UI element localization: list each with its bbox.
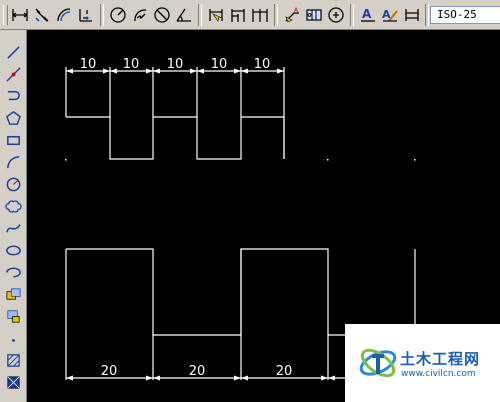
dim-text-bottom-3: 20: [276, 364, 293, 379]
polygon-icon[interactable]: [3, 108, 23, 128]
ellipse-arc-icon[interactable]: [3, 262, 23, 282]
line-icon[interactable]: [3, 42, 23, 62]
construction-line-icon[interactable]: [3, 64, 23, 84]
diameter-dimension-icon[interactable]: [152, 5, 172, 25]
rectangle-icon[interactable]: [3, 130, 23, 150]
top-waveform: [66, 116, 285, 160]
spline-icon[interactable]: [3, 218, 23, 238]
dimension-toolbar: A A A ISO-25: [0, 0, 500, 30]
point-icon[interactable]: [3, 328, 23, 348]
insert-block-icon[interactable]: [3, 284, 23, 304]
quick-dimension-icon[interactable]: [206, 5, 226, 25]
continue-dimension-icon[interactable]: [250, 5, 270, 25]
dim-text-top-2: 10: [123, 57, 140, 72]
hatch-icon[interactable]: [3, 350, 23, 370]
revision-cloud-icon[interactable]: [3, 196, 23, 216]
civilcn-logo-icon: [359, 348, 397, 378]
ellipse-icon[interactable]: [3, 240, 23, 260]
angular-dimension-icon[interactable]: [174, 5, 194, 25]
aligned-dimension-icon[interactable]: [32, 5, 52, 25]
dim-text-bottom-2: 20: [189, 364, 206, 379]
dimension-edit-icon[interactable]: A: [358, 5, 378, 25]
gradient-icon[interactable]: [3, 372, 23, 392]
dimension-update-icon[interactable]: [402, 5, 422, 25]
arc-length-icon[interactable]: [54, 5, 74, 25]
dimension-style-select[interactable]: ISO-25: [430, 6, 500, 24]
jogged-dimension-icon[interactable]: [130, 5, 150, 25]
dim-text-top-1: 10: [80, 57, 97, 72]
watermark-url: www.civilcn.com: [401, 369, 476, 379]
circle-icon[interactable]: [3, 174, 23, 194]
dim-text-top-3: 10: [167, 57, 184, 72]
make-block-icon[interactable]: [3, 306, 23, 326]
svg-text:A: A: [362, 7, 372, 21]
dim-text-top-5: 10: [254, 57, 271, 72]
linear-dimension-icon[interactable]: [10, 5, 30, 25]
radius-dimension-icon[interactable]: [108, 5, 128, 25]
dim-text-bottom-1: 20: [101, 364, 118, 379]
polyline-icon[interactable]: [3, 86, 23, 106]
dimension-text-edit-icon[interactable]: A: [380, 5, 400, 25]
bottom-waveform: [66, 248, 373, 336]
toolbar-grip[interactable]: [3, 5, 8, 25]
quick-leader-icon[interactable]: A: [282, 5, 302, 25]
watermark-logo: 土木工程网 www.civilcn.com: [345, 324, 500, 402]
dim-text-top-4: 10: [211, 57, 228, 72]
tolerance-icon[interactable]: [304, 5, 324, 25]
arc-icon[interactable]: [3, 152, 23, 172]
watermark-site-name: 土木工程网: [400, 350, 481, 368]
draw-toolbar: [0, 30, 27, 402]
ordinate-dimension-icon[interactable]: [76, 5, 96, 25]
baseline-dimension-icon[interactable]: [228, 5, 248, 25]
center-mark-icon[interactable]: [326, 5, 346, 25]
